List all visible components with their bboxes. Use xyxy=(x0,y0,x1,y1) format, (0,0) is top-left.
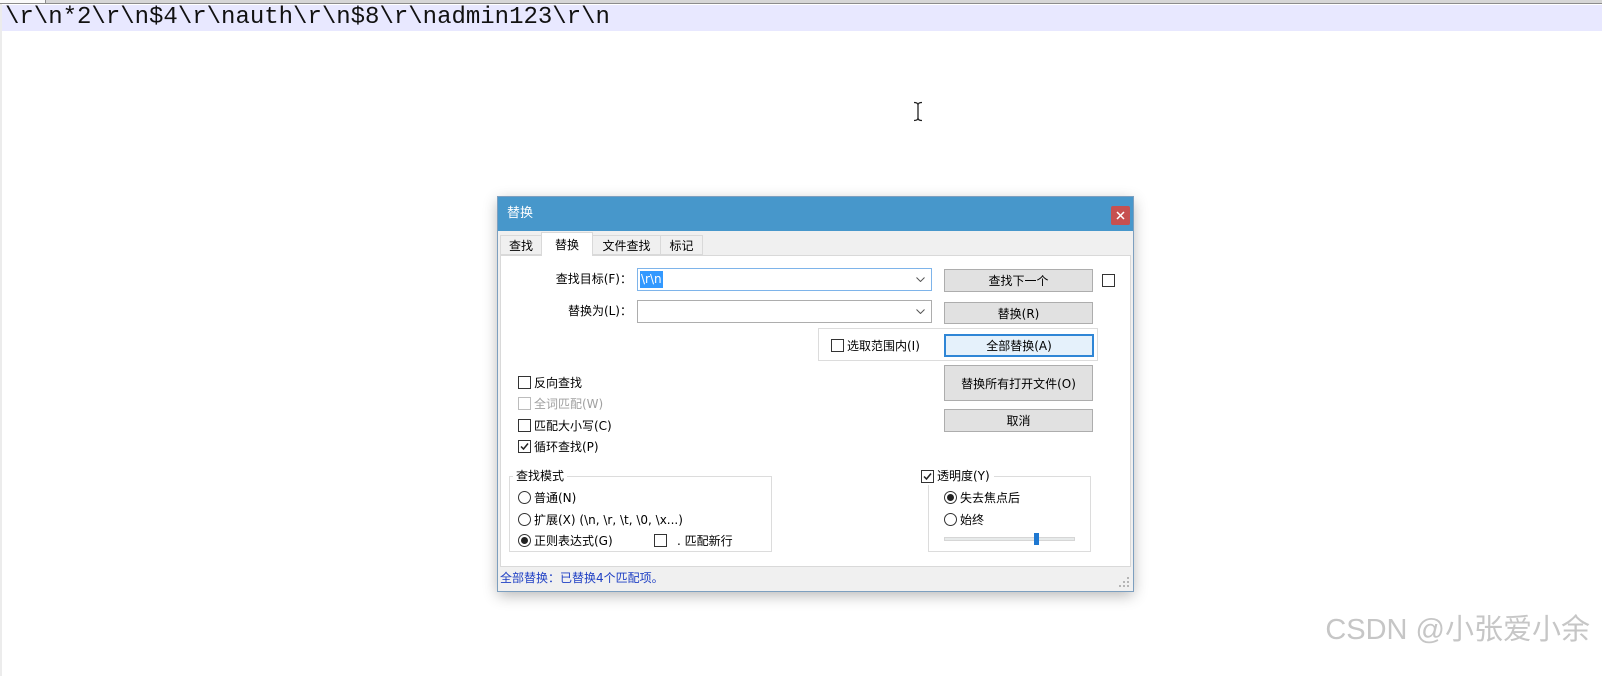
backward-checkbox[interactable] xyxy=(518,375,531,389)
cancel-button[interactable]: 取消 xyxy=(944,409,1093,432)
tab-find-in-files[interactable]: 文件查找 xyxy=(592,235,661,255)
transparency-always[interactable]: 始终 xyxy=(944,510,984,528)
in-selection-option[interactable]: 选取范围内(I) xyxy=(831,336,920,354)
editor-tab[interactable] xyxy=(0,0,46,3)
close-button[interactable] xyxy=(1111,206,1130,225)
replace-all-open-files-button[interactable]: 替换所有打开文件(O) xyxy=(944,365,1093,401)
chevron-down-icon[interactable] xyxy=(916,277,925,282)
current-line-highlight: \r\n*2\r\n$4\r\nauth\r\n$8\r\nadmin123\r… xyxy=(2,5,1602,31)
find-what-label: 查找目标(F)： xyxy=(555,272,632,286)
match-case-checkbox[interactable] xyxy=(518,418,531,432)
option-backward[interactable]: 反向查找 xyxy=(518,373,582,391)
whole-word-label: 全词匹配(W) xyxy=(534,396,604,411)
text-cursor-icon xyxy=(912,101,924,122)
in-selection-checkbox[interactable] xyxy=(831,338,844,352)
in-selection-label: 选取范围内(I) xyxy=(847,338,920,353)
find-next-button[interactable]: 查找下一个 xyxy=(944,269,1093,292)
tab-mark[interactable]: 标记 xyxy=(660,235,703,255)
always-radio[interactable] xyxy=(944,512,957,526)
tab-find[interactable]: 查找 xyxy=(500,235,542,255)
option-wrap-around[interactable]: 循环查找(P) xyxy=(518,437,599,455)
status-message: 全部替换：已替换4个匹配项。 xyxy=(500,571,664,585)
editor-line-text[interactable]: \r\n*2\r\n$4\r\nauth\r\n$8\r\nadmin123\r… xyxy=(5,5,610,31)
mode-extended-label: 扩展(X) (\n, \r, \t, \0, \x...) xyxy=(534,512,683,527)
transparency-label: 透明度(Y) xyxy=(937,469,990,483)
transparency-checkbox[interactable] xyxy=(921,469,934,483)
dot-matches-newline-label: . 匹配新行 xyxy=(677,533,733,548)
find-next-option-checkbox[interactable] xyxy=(1102,273,1115,287)
replace-all-button[interactable]: 全部替换(A) xyxy=(944,334,1094,357)
mode-normal-radio[interactable] xyxy=(518,490,531,504)
wrap-around-label: 循环查找(P) xyxy=(534,439,599,454)
always-label: 始终 xyxy=(960,512,985,527)
replace-with-combobox[interactable] xyxy=(637,300,932,323)
replace-button[interactable]: 替换(R) xyxy=(944,302,1093,324)
match-case-label: 匹配大小写(C) xyxy=(534,418,612,433)
mode-extended[interactable]: 扩展(X) (\n, \r, \t, \0, \x...) xyxy=(518,510,683,528)
mode-regex[interactable]: 正则表达式(G) xyxy=(518,531,613,549)
option-match-case[interactable]: 匹配大小写(C) xyxy=(518,416,612,434)
whole-word-checkbox xyxy=(518,396,531,410)
dot-matches-newline-checkbox[interactable] xyxy=(654,533,667,547)
mode-extended-radio[interactable] xyxy=(518,512,531,526)
tab-replace[interactable]: 替换 xyxy=(541,232,593,256)
chevron-down-icon[interactable] xyxy=(916,309,925,314)
on-losing-focus-label: 失去焦点后 xyxy=(960,490,1021,505)
transparency-title[interactable]: 透明度(Y) xyxy=(920,467,994,485)
mode-normal[interactable]: 普通(N) xyxy=(518,488,576,506)
replace-with-label: 替换为(L)： xyxy=(567,304,632,318)
find-next-option[interactable] xyxy=(1102,271,1118,289)
dialog-title: 替换 xyxy=(507,206,534,221)
mode-regex-radio[interactable] xyxy=(518,533,531,547)
replace-with-input[interactable] xyxy=(640,303,642,320)
replace-dialog: 替换 查找 替换 文件查找 标记 查找目标(F)： \r\n 替换为(L)： 查… xyxy=(498,197,1133,591)
editor-left-edge xyxy=(0,4,2,676)
on-losing-focus-radio[interactable] xyxy=(944,490,957,504)
slider-thumb[interactable] xyxy=(1033,533,1039,545)
resize-grip-icon[interactable] xyxy=(1119,577,1130,588)
find-what-input[interactable]: \r\n xyxy=(640,271,663,288)
close-icon[interactable] xyxy=(1116,211,1125,220)
dot-matches-newline-option[interactable]: . 匹配新行 xyxy=(654,531,733,549)
find-what-combobox[interactable]: \r\n xyxy=(637,268,932,291)
transparency-slider[interactable] xyxy=(944,533,1075,545)
backward-label: 反向查找 xyxy=(534,375,583,390)
watermark: CSDN @小张爱小余 xyxy=(1325,614,1590,646)
option-whole-word: 全词匹配(W) xyxy=(518,394,603,412)
mode-normal-label: 普通(N) xyxy=(534,490,577,505)
transparency-on-losing-focus[interactable]: 失去焦点后 xyxy=(944,488,1020,506)
mode-regex-label: 正则表达式(G) xyxy=(534,533,613,548)
replace-tab-panel: 查找目标(F)： \r\n 替换为(L)： 查找下一个 替换(R) 选取范围内(… xyxy=(500,255,1131,567)
wrap-around-checkbox[interactable] xyxy=(518,439,531,453)
search-mode-title: 查找模式 xyxy=(513,467,568,485)
dialog-title-bar[interactable]: 替换 xyxy=(498,197,1133,231)
